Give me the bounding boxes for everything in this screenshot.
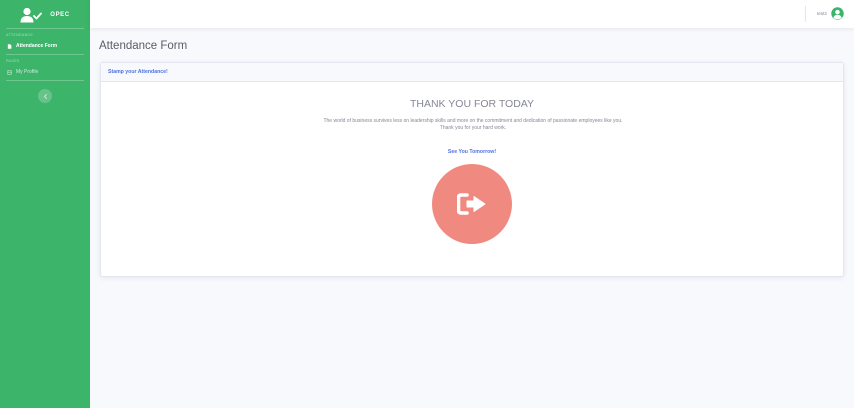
card-header: Stamp your Attendance! bbox=[101, 63, 843, 82]
sidebar-item-attendance-form[interactable]: Attendance Form bbox=[0, 39, 90, 54]
user-circle-icon bbox=[831, 7, 844, 20]
user-check-icon bbox=[20, 7, 43, 23]
attendance-card: Stamp your Attendance! THANK YOU FOR TOD… bbox=[100, 62, 844, 277]
sidebar-item-label: Attendance Form bbox=[16, 43, 58, 49]
see-you-tomorrow-text: See You Tomorrow! bbox=[447, 149, 497, 155]
sidebar-heading-attendance: ATTENDANCE bbox=[6, 33, 34, 37]
appreciation-message: The world of business survives less on l… bbox=[271, 118, 675, 131]
brand-name: OPEC bbox=[50, 12, 70, 18]
sidebar-item-my-profile[interactable]: My Profile bbox=[0, 65, 90, 80]
sidebar-divider bbox=[6, 80, 84, 81]
topbar-divider bbox=[805, 6, 806, 22]
sign-out-icon bbox=[457, 193, 486, 215]
sidebar-item-label: My Profile bbox=[16, 69, 39, 75]
file-icon bbox=[7, 43, 12, 49]
sidebar-toggle-button[interactable] bbox=[38, 89, 52, 103]
thank-you-title: THANK YOU FOR TODAY bbox=[409, 98, 535, 110]
topbar: test2 bbox=[90, 0, 854, 28]
sidebar: OPEC ATTENDANCE Attendance Form PAGES My… bbox=[0, 0, 90, 408]
clock-out-button[interactable] bbox=[432, 164, 512, 244]
message-line: The world of business survives less on l… bbox=[323, 118, 623, 124]
user-dropdown[interactable]: test2 bbox=[817, 7, 844, 20]
user-name: test2 bbox=[817, 11, 827, 16]
sidebar-heading-pages: PAGES bbox=[6, 59, 20, 63]
sidebar-brand[interactable]: OPEC bbox=[0, 0, 90, 28]
chevron-left-icon bbox=[43, 93, 47, 99]
page-title: Attendance Form bbox=[99, 40, 188, 52]
message-line: Thank you for your hard work. bbox=[439, 124, 507, 131]
id-card-icon bbox=[7, 69, 12, 75]
